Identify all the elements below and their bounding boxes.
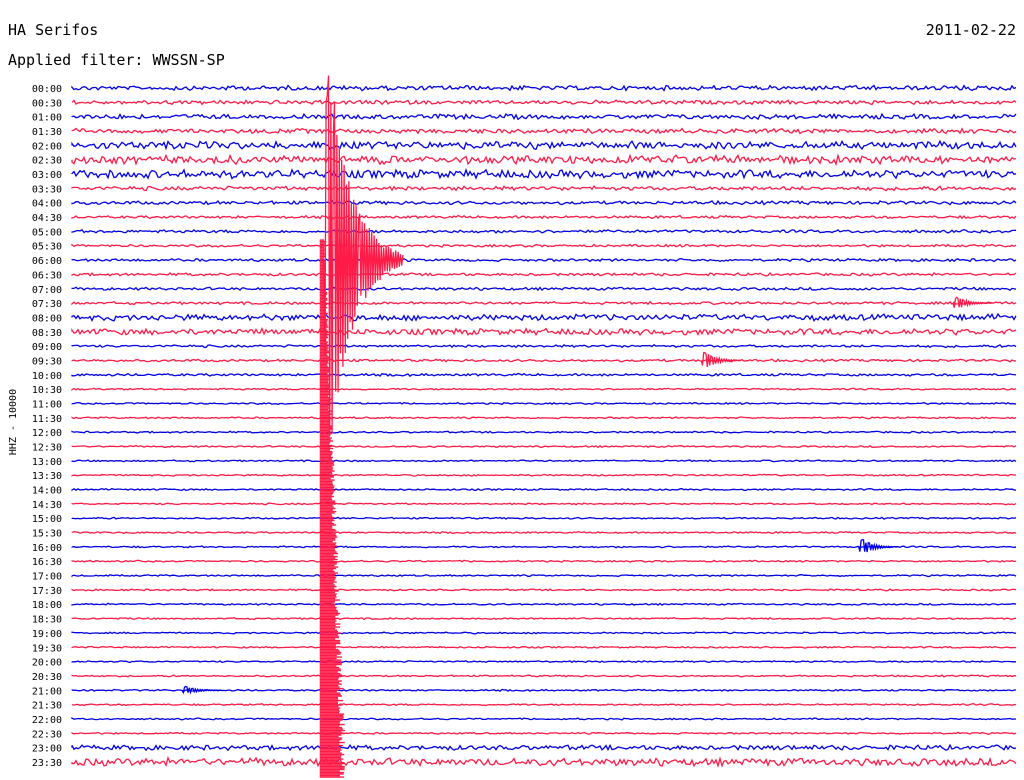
trace-2300 bbox=[71, 743, 1017, 752]
row-label: 00:30 bbox=[32, 98, 62, 109]
row-label: 21:00 bbox=[32, 686, 62, 697]
row-label: 03:00 bbox=[32, 170, 62, 181]
trace-1730 bbox=[71, 588, 1017, 592]
row-label: 23:00 bbox=[32, 744, 62, 755]
trace-1100 bbox=[71, 401, 1017, 406]
row-label: 11:00 bbox=[32, 400, 62, 411]
trace-1330 bbox=[71, 473, 1017, 477]
helicorder-plot: 00:00 00:30 01:00 01:30 02:00 02:30 03:00 03:30… bbox=[32, 75, 1017, 778]
row-label: 04:30 bbox=[32, 213, 62, 224]
trace-0930 bbox=[71, 358, 1017, 363]
row-label: 02:00 bbox=[32, 141, 62, 152]
trace-2130 bbox=[71, 702, 1017, 707]
row-label: 12:00 bbox=[32, 428, 62, 439]
trace-1830 bbox=[71, 616, 1017, 621]
row-label: 21:30 bbox=[32, 701, 62, 712]
trace-1200 bbox=[71, 430, 1017, 434]
row-label: 17:00 bbox=[32, 572, 62, 583]
trace-1930 bbox=[71, 645, 1017, 649]
trace-1000 bbox=[71, 372, 1017, 378]
row-label: 16:00 bbox=[32, 543, 62, 554]
trace-1230 bbox=[71, 444, 1017, 449]
trace-1030 bbox=[71, 387, 1017, 391]
trace-0530 bbox=[71, 243, 1017, 248]
row-label: 08:00 bbox=[32, 313, 62, 324]
trace-0100 bbox=[71, 112, 1017, 121]
trace-0300 bbox=[71, 168, 1017, 180]
row-label: 03:30 bbox=[32, 184, 62, 195]
row-label: 06:00 bbox=[32, 256, 62, 267]
row-label: 22:30 bbox=[32, 729, 62, 740]
trace-0430 bbox=[71, 214, 1017, 220]
trace-0600 bbox=[71, 257, 1017, 263]
seismic-event-2 bbox=[858, 539, 899, 553]
row-label: 12:30 bbox=[32, 443, 62, 454]
row-label: 19:00 bbox=[32, 629, 62, 640]
trace-2200 bbox=[71, 717, 1017, 721]
row-label: 05:00 bbox=[32, 227, 62, 238]
trace-1300 bbox=[71, 459, 1017, 463]
trace-2330 bbox=[71, 755, 1017, 769]
trace-0200 bbox=[71, 139, 1017, 151]
row-label: 07:00 bbox=[32, 285, 62, 296]
row-label: 11:30 bbox=[32, 414, 62, 425]
row-label: 18:30 bbox=[32, 615, 62, 626]
trace-0900 bbox=[71, 343, 1017, 349]
row-label: 16:30 bbox=[32, 557, 62, 568]
row-label: 05:30 bbox=[32, 242, 62, 253]
seismic-event-3 bbox=[323, 75, 404, 436]
row-label: 02:30 bbox=[32, 156, 62, 167]
trace-2000 bbox=[71, 659, 1017, 664]
trace-2030 bbox=[71, 674, 1017, 678]
trace-0500 bbox=[71, 228, 1017, 234]
trace-1700 bbox=[71, 573, 1017, 578]
trace-group bbox=[71, 75, 1017, 778]
trace-0330 bbox=[71, 185, 1017, 192]
row-label: 13:30 bbox=[32, 471, 62, 482]
row-label-group: 00:00 00:30 01:00 01:30 02:00 02:30 03:00 03:30… bbox=[32, 84, 62, 769]
row-label: 15:00 bbox=[32, 514, 62, 525]
row-label: 09:30 bbox=[32, 357, 62, 368]
row-label: 14:00 bbox=[32, 486, 62, 497]
row-label: 09:00 bbox=[32, 342, 62, 353]
row-label: 19:30 bbox=[32, 643, 62, 654]
trace-0030 bbox=[71, 99, 1017, 106]
trace-0000 bbox=[71, 84, 1017, 92]
trace-1900 bbox=[71, 631, 1017, 635]
row-label: 04:00 bbox=[32, 199, 62, 210]
row-label: 23:30 bbox=[32, 758, 62, 769]
row-label: 07:30 bbox=[32, 299, 62, 310]
trace-0130 bbox=[71, 127, 1017, 135]
trace-1430 bbox=[71, 502, 1017, 506]
row-label: 14:30 bbox=[32, 500, 62, 511]
row-label: 20:30 bbox=[32, 672, 62, 683]
trace-1500 bbox=[71, 516, 1017, 520]
row-label: 18:00 bbox=[32, 600, 62, 611]
row-label: 10:00 bbox=[32, 371, 62, 382]
row-label: 10:30 bbox=[32, 385, 62, 396]
trace-0230 bbox=[71, 153, 1017, 167]
trace-0830 bbox=[71, 327, 1017, 337]
trace-1130 bbox=[71, 416, 1017, 420]
trace-1400 bbox=[71, 487, 1017, 492]
row-label: 15:30 bbox=[32, 529, 62, 540]
row-label: 08:30 bbox=[32, 328, 62, 339]
row-label: 20:00 bbox=[32, 658, 62, 669]
row-label: 17:30 bbox=[32, 586, 62, 597]
trace-0800 bbox=[71, 312, 1017, 322]
row-label: 13:00 bbox=[32, 457, 62, 468]
row-label: 00:00 bbox=[32, 84, 62, 95]
trace-1800 bbox=[71, 602, 1017, 606]
row-label: 01:00 bbox=[32, 113, 62, 124]
trace-0700 bbox=[71, 286, 1017, 292]
trace-0400 bbox=[71, 199, 1017, 206]
row-label: 06:30 bbox=[32, 270, 62, 281]
trace-1630 bbox=[71, 559, 1017, 563]
row-label: 01:30 bbox=[32, 127, 62, 138]
trace-0630 bbox=[71, 271, 1017, 277]
trace-1530 bbox=[71, 530, 1017, 535]
trace-2230 bbox=[71, 731, 1017, 735]
trace-0730 bbox=[71, 300, 1017, 306]
row-label: 22:00 bbox=[32, 715, 62, 726]
